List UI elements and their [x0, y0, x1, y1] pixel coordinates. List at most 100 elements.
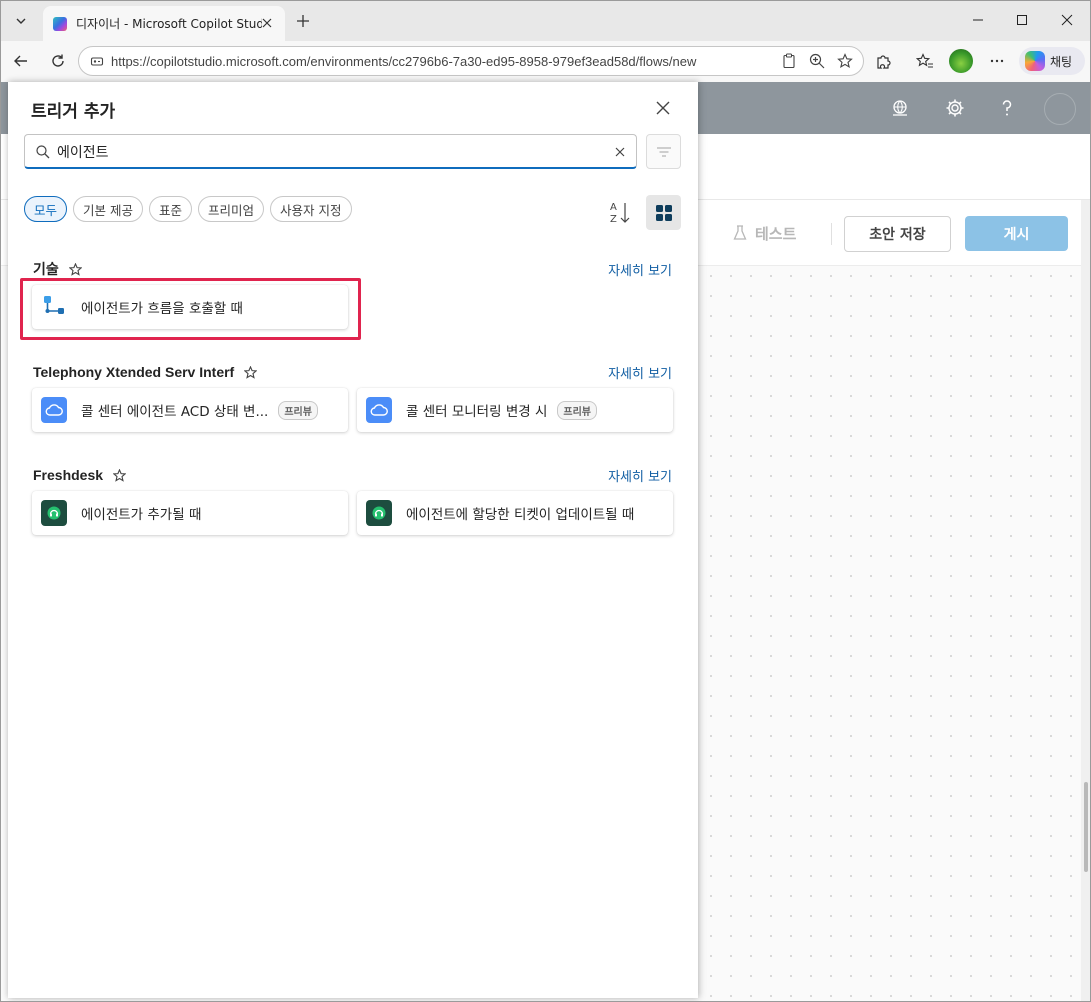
star-icon[interactable] [68, 262, 82, 276]
tab-list-button[interactable] [7, 7, 35, 35]
save-draft-button[interactable]: 초안 저장 [844, 216, 951, 252]
preview-badge: 프리뷰 [557, 400, 597, 420]
beaker-icon [733, 225, 747, 240]
preview-badge: 프리뷰 [278, 400, 318, 420]
filter-chip[interactable]: 모두 [24, 196, 68, 222]
chat-label: 채팅 [1050, 54, 1073, 69]
section-telephony-see-more[interactable]: 자세히 보기 [608, 363, 672, 382]
test-label: 테스트 [755, 224, 797, 243]
favorites-list-icon [916, 53, 933, 68]
filter-button[interactable] [646, 134, 681, 169]
arrow-left-icon [14, 55, 27, 67]
panel-title: 트리거 추가 [31, 102, 116, 122]
trigger-card[interactable]: 콜 센터 모니터링 변경 시 프리뷰 [357, 388, 673, 432]
more-icon [990, 59, 1004, 63]
search-input[interactable] [57, 141, 597, 163]
refresh-button[interactable] [44, 47, 72, 75]
command-divider [831, 223, 832, 245]
test-button[interactable]: 테스트 [733, 222, 796, 244]
puzzle-icon [876, 54, 891, 69]
grid-view-icon [655, 204, 672, 221]
panel-close-button[interactable] [652, 97, 674, 119]
extensions-button[interactable] [869, 47, 897, 75]
highlight-box [20, 278, 361, 340]
copilot-icon [1025, 51, 1045, 71]
address-bar[interactable]: https://copilotstudio.microsoft.com/envi… [78, 46, 864, 76]
more-menu-button[interactable] [983, 47, 1011, 75]
user-avatar[interactable] [1044, 93, 1076, 125]
window-close-button[interactable] [1045, 5, 1089, 35]
help-icon[interactable] [994, 95, 1020, 121]
browser-toolbar: https://copilotstudio.microsoft.com/envi… [1, 41, 1090, 82]
favorites-button[interactable] [911, 47, 939, 75]
new-tab-button[interactable] [291, 9, 315, 33]
filter-lines-icon [656, 146, 671, 157]
tab-strip: 디자이너 - Microsoft Copilot Studio [1, 1, 1090, 41]
svg-text:Z: Z [610, 214, 617, 225]
cloud-icon [41, 397, 67, 423]
filter-chip[interactable]: 사용자 지정 [270, 196, 352, 222]
section-title: 기술 [33, 261, 59, 277]
trigger-label: 콜 센터 모니터링 변경 시 [406, 404, 548, 420]
refresh-icon [52, 54, 64, 67]
category-filters: 모두 기본 제공 표준 프리미엄 사용자 지정 [24, 196, 352, 222]
search-clear-button[interactable] [612, 144, 628, 160]
trigger-label: 에이전트가 추가될 때 [81, 507, 202, 523]
close-icon [262, 18, 272, 28]
section-freshdesk-header: Freshdesk [33, 465, 673, 485]
star-icon[interactable] [113, 468, 127, 482]
svg-text:A: A [610, 202, 617, 213]
search-icon [36, 145, 50, 159]
plus-icon [297, 15, 309, 27]
trigger-card[interactable]: 콜 센터 에이전트 ACD 상태 변... 프리뷰 [32, 388, 348, 432]
copilot-studio-icon [53, 16, 67, 31]
trigger-card[interactable]: 에이전트에 할당한 티켓이 업데이트될 때 [357, 491, 673, 535]
close-icon [1061, 14, 1073, 26]
settings-gear-icon[interactable] [942, 95, 968, 121]
site-info-icon[interactable] [87, 51, 107, 71]
filter-chip[interactable]: 표준 [149, 196, 193, 222]
chevron-down-icon [16, 18, 26, 24]
sort-az-button[interactable]: A Z [608, 198, 634, 228]
maximize-icon [1017, 15, 1027, 25]
star-icon[interactable] [244, 365, 258, 379]
close-icon [615, 147, 625, 157]
trigger-card[interactable]: 에이전트가 추가될 때 [32, 491, 348, 535]
close-icon [656, 101, 670, 115]
grid-view-button[interactable] [646, 195, 681, 230]
filter-chip[interactable]: 기본 제공 [73, 196, 143, 222]
profile-avatar[interactable] [949, 49, 973, 73]
address-bar-icons [777, 50, 857, 72]
environment-icon[interactable] [887, 95, 913, 121]
browser-tab[interactable]: 디자이너 - Microsoft Copilot Studio [43, 6, 285, 41]
freshdesk-icon [41, 500, 67, 526]
publish-button[interactable]: 게시 [965, 216, 1068, 251]
tab-close-button[interactable] [259, 15, 275, 31]
favorite-star-icon[interactable] [833, 50, 857, 72]
trigger-label: 콜 센터 에이전트 ACD 상태 변... [81, 404, 269, 420]
scrollbar-thumb[interactable] [1084, 782, 1088, 872]
section-title: Freshdesk [33, 467, 104, 483]
cloud-icon [366, 397, 392, 423]
clipboard-icon[interactable] [777, 50, 801, 72]
maximize-button[interactable] [1000, 5, 1044, 35]
search-box[interactable] [24, 134, 637, 169]
add-trigger-panel: 트리거 추가 모두기본 제공표준프리미엄사용자 지정 A Z [8, 82, 698, 998]
trigger-label: 에이전트에 할당한 티켓이 업데이트될 때 [406, 507, 635, 523]
section-freshdesk-see-more[interactable]: 자세히 보기 [608, 466, 672, 485]
sort-az-icon: A Z [610, 202, 630, 225]
freshdesk-icon [366, 500, 392, 526]
minimize-button[interactable] [956, 5, 1000, 35]
zoom-icon[interactable] [805, 50, 829, 72]
section-telephony-header: Telephony Xtended Serv Interf [33, 362, 673, 382]
url-text: https://copilotstudio.microsoft.com/envi… [111, 53, 697, 69]
copilot-chat-button[interactable]: 채팅 [1019, 47, 1085, 75]
section-title: Telephony Xtended Serv Interf [33, 364, 235, 380]
back-button[interactable] [7, 47, 35, 75]
vertical-scrollbar[interactable] [1081, 200, 1090, 1001]
section-skills-see-more[interactable]: 자세히 보기 [608, 260, 672, 279]
minimize-icon [973, 19, 983, 21]
browser-window: 디자이너 - Microsoft Copilot Studio https://… [0, 0, 1091, 1002]
tab-title: 디자이너 - Microsoft Copilot Studio [76, 17, 262, 31]
filter-chip[interactable]: 프리미엄 [198, 196, 265, 222]
